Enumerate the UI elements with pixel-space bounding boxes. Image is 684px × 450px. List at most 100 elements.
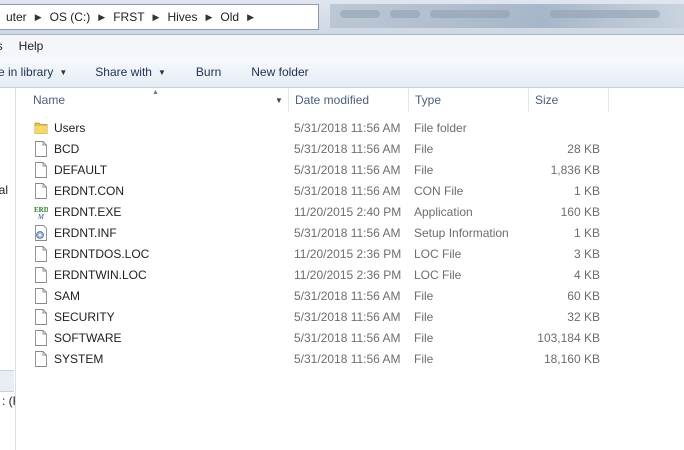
- file-date-modified: 11/20/2015 2:36 PM: [294, 247, 402, 261]
- file-icon: [34, 267, 48, 283]
- file-row[interactable]: BCD 5/31/2018 11:56 AM File 28 KB: [27, 139, 627, 160]
- column-header-type-label: Type: [415, 93, 442, 107]
- breadcrumb-separator-icon[interactable]: ▶: [245, 12, 256, 23]
- file-type: File: [414, 289, 434, 303]
- file-type: File folder: [414, 121, 467, 135]
- file-name: ERDNT.EXE: [54, 205, 122, 219]
- breadcrumb-hives[interactable]: Hives: [161, 10, 203, 24]
- file-row[interactable]: ERDNT.CON 5/31/2018 11:56 AM CON File 1 KB: [27, 181, 627, 202]
- breadcrumb-frst[interactable]: FRST: [107, 10, 150, 24]
- file-name: Users: [54, 121, 86, 135]
- breadcrumb-os-c[interactable]: OS (C:): [44, 10, 97, 24]
- menu-bar: ls Help: [0, 35, 684, 58]
- column-header-size[interactable]: Size: [529, 88, 609, 112]
- file-date-modified: 5/31/2018 11:56 AM: [294, 310, 401, 324]
- file-size: 1 KB: [573, 226, 600, 240]
- file-name: ERDNTWIN.LOC: [54, 268, 147, 282]
- file-type: Setup Information: [414, 226, 509, 240]
- navigation-pane[interactable]: cial : (F: [0, 88, 16, 450]
- file-date-modified: 5/31/2018 11:56 AM: [294, 226, 401, 240]
- svg-text:M: M: [37, 213, 45, 220]
- breadcrumb-separator-icon[interactable]: ▶: [33, 12, 44, 23]
- column-header-size-label: Size: [535, 93, 559, 107]
- blurred-text: [430, 10, 510, 18]
- breadcrumb-computer[interactable]: uter: [0, 10, 33, 24]
- menu-tools[interactable]: ls: [0, 39, 11, 53]
- file-name: SOFTWARE: [54, 331, 122, 345]
- file-icon: [34, 309, 48, 325]
- file-icon: [34, 162, 48, 178]
- file-name: ERDNT.INF: [54, 226, 117, 240]
- file-size: 3 KB: [573, 247, 600, 261]
- setup-info-icon: [34, 225, 48, 241]
- file-name: SYSTEM: [54, 352, 104, 366]
- file-size: 1 KB: [573, 184, 600, 198]
- file-date-modified: 5/31/2018 11:56 AM: [294, 163, 401, 177]
- column-header-type[interactable]: Type: [409, 88, 529, 112]
- file-date-modified: 11/20/2015 2:36 PM: [294, 268, 402, 282]
- file-name: SECURITY: [54, 310, 115, 324]
- file-list: Users 5/31/2018 11:56 AM File folder BCD 5/3…: [27, 118, 627, 370]
- file-type: File: [414, 310, 434, 324]
- file-type: LOC File: [414, 247, 462, 261]
- file-type: File: [414, 142, 434, 156]
- file-size: 32 KB: [567, 310, 600, 324]
- file-type: File: [414, 163, 434, 177]
- burn-button[interactable]: Burn: [196, 65, 221, 79]
- file-row[interactable]: SAM 5/31/2018 11:56 AM File 60 KB: [27, 286, 627, 307]
- column-header-name-label: Name: [33, 93, 66, 107]
- blurred-text: [390, 10, 420, 18]
- file-size: 28 KB: [567, 142, 600, 156]
- file-row[interactable]: ERDNTWIN.LOC 11/20/2015 2:36 PM LOC File 4 …: [27, 265, 627, 286]
- share-with-label: Share with: [95, 65, 152, 79]
- file-type: LOC File: [414, 268, 462, 282]
- file-date-modified: 5/31/2018 11:56 AM: [294, 352, 401, 366]
- breadcrumb-separator-icon[interactable]: ▶: [203, 12, 214, 23]
- column-filter-dropdown-icon[interactable]: ▼: [275, 96, 283, 105]
- file-size: 4 KB: [573, 268, 600, 282]
- file-row[interactable]: SECURITY 5/31/2018 11:56 AM File 32 KB: [27, 307, 627, 328]
- file-size: 160 KB: [560, 205, 600, 219]
- file-date-modified: 5/31/2018 11:56 AM: [294, 184, 401, 198]
- file-row[interactable]: Users 5/31/2018 11:56 AM File folder: [27, 118, 627, 139]
- file-type: File: [414, 331, 434, 345]
- file-size: 103,184 KB: [537, 331, 600, 345]
- breadcrumb-separator-icon[interactable]: ▶: [96, 12, 107, 23]
- breadcrumb-separator-icon[interactable]: ▶: [151, 12, 162, 23]
- nav-item-fragment[interactable]: cial: [0, 183, 8, 197]
- file-name: BCD: [54, 142, 80, 156]
- file-icon: [34, 288, 48, 304]
- file-icon: [34, 141, 48, 157]
- file-row[interactable]: DEFAULT 5/31/2018 11:56 AM File 1,836 KB: [27, 160, 627, 181]
- file-row[interactable]: ERD M ERDNT.EXE 11/20/2015 2:40 PM Applicati…: [27, 202, 627, 223]
- blurred-text: [550, 10, 660, 18]
- file-type: CON File: [414, 184, 464, 198]
- file-type: Application: [414, 205, 473, 219]
- file-icon: [34, 183, 48, 199]
- file-row[interactable]: SOFTWARE 5/31/2018 11:56 AM File 103,184 KB: [27, 328, 627, 349]
- file-date-modified: 5/31/2018 11:56 AM: [294, 121, 401, 135]
- menu-help[interactable]: Help: [11, 39, 52, 53]
- breadcrumb-old[interactable]: Old: [214, 10, 245, 24]
- file-row[interactable]: ERDNT.INF 5/31/2018 11:56 AM Setup Informa…: [27, 223, 627, 244]
- column-header-date-modified[interactable]: Date modified: [289, 88, 409, 112]
- file-date-modified: 5/31/2018 11:56 AM: [294, 331, 401, 345]
- address-bar[interactable]: uter ▶ OS (C:) ▶ FRST ▶ Hives ▶ Old ▶: [0, 4, 319, 30]
- file-row[interactable]: SYSTEM 5/31/2018 11:56 AM File 18,160 KB: [27, 349, 627, 370]
- file-row[interactable]: ERDNTDOS.LOC 11/20/2015 2:36 PM LOC File 3 …: [27, 244, 627, 265]
- column-header-date-label: Date modified: [295, 93, 370, 107]
- file-name: DEFAULT: [54, 163, 108, 177]
- file-size: 18,160 KB: [543, 352, 600, 366]
- share-with-button[interactable]: Share with ▼: [95, 65, 166, 79]
- chevron-down-icon: ▼: [59, 67, 68, 77]
- file-name: ERDNTDOS.LOC: [54, 247, 150, 261]
- nav-item-drive-fragment[interactable]: : (F: [2, 394, 15, 408]
- file-name: SAM: [54, 289, 81, 303]
- nav-selected-item[interactable]: [0, 370, 14, 392]
- blurred-taskbar-region: [330, 4, 684, 28]
- file-date-modified: 11/20/2015 2:40 PM: [294, 205, 402, 219]
- include-in-library-button[interactable]: e in library ▼: [0, 65, 67, 79]
- new-folder-button[interactable]: New folder: [251, 65, 308, 79]
- blurred-text: [340, 10, 380, 18]
- folder-icon: [34, 120, 48, 136]
